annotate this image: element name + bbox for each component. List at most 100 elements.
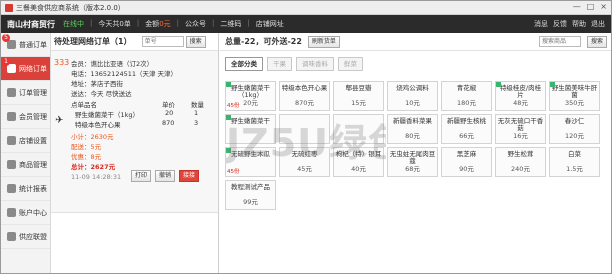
order-search-button[interactable]: 搜索 [185, 35, 206, 48]
feedback-link[interactable]: 反馈 [553, 19, 567, 29]
order-shipping: 配送：5元 [71, 143, 102, 151]
sidebar: 5 普通订单 1 网络订单 订单管理 会员管理 店铺设置 商品管理 统计报表 账户中… [1, 33, 51, 273]
tab-dried-fruit[interactable]: 干果 [267, 57, 292, 71]
product-name: 烧鸡公调料 [396, 84, 429, 92]
product-name: 青花椒 [456, 84, 477, 92]
product-tile[interactable]: 野生菌美味牛肝菌 350元 [549, 81, 600, 111]
product-tile[interactable]: 郫县豆瓣 15元 [333, 81, 384, 111]
store-url-link[interactable]: 店铺网址 [256, 19, 284, 29]
marker-icon [226, 82, 231, 87]
network-icon [7, 64, 16, 73]
sidebar-item-label: 账户中心 [19, 208, 47, 217]
product-tile[interactable]: 黑芝麻 90元 [441, 147, 492, 177]
app-window: 三餐美食供应商系统（版本2.0.0） — □ × 南山村商贸行 在线中 | 今天… [0, 0, 612, 274]
refresh-button[interactable]: 刷新货单 [307, 35, 340, 48]
cancel-order-button[interactable]: 撤销 [155, 170, 176, 182]
title-bar: 三餐美食供应商系统（版本2.0.0） — □ × [1, 1, 611, 15]
sidebar-item-label: 统计报表 [19, 184, 47, 193]
product-price: 1.5元 [566, 165, 583, 173]
plane-icon: ✈ [55, 115, 64, 126]
product-name: 新疆香料菜果 [393, 117, 432, 125]
sidebar-item-alliance[interactable]: 供应联盟 [1, 225, 50, 249]
close-button[interactable]: × [600, 2, 607, 11]
product-tile[interactable]: 无虫蛀无尾肉豆蔻 68元 [387, 147, 438, 177]
sidebar-item-store-settings[interactable]: 店铺设置 [1, 129, 50, 153]
watermark: JZ5U绿色下载 [226, 121, 386, 165]
qrcode-link[interactable]: 二维码 [220, 19, 241, 29]
window-title: 三餐美食供应商系统（版本2.0.0） [16, 4, 125, 12]
gear-icon [7, 136, 16, 145]
sidebar-item-products[interactable]: 商品管理 [1, 153, 50, 177]
product-tile[interactable]: 特级本色开心果 870元 [279, 81, 330, 111]
maximize-button[interactable]: □ [587, 2, 595, 11]
sidebar-item-order-management[interactable]: 订单管理 [1, 81, 50, 105]
product-tile[interactable]: 新疆野生核桃 66元 [441, 114, 492, 144]
product-price: 48元 [513, 99, 528, 107]
product-name: 郫县豆瓣 [345, 84, 372, 92]
order-card[interactable]: 333 会员：谯比比亚语（订2次） 电话：13652124511（天津 天津） … [51, 51, 218, 213]
tab-spices[interactable]: 调味香料 [296, 57, 334, 71]
item-price-header: 单价 [162, 101, 175, 109]
product-tile[interactable]: 白菜 1.5元 [549, 147, 600, 177]
order-time: 11-09 14:28:31 [71, 173, 122, 181]
product-price: 350元 [565, 99, 584, 107]
messages-link[interactable]: 消息 [534, 19, 548, 29]
sidebar-item-label: 订单管理 [19, 88, 47, 97]
product-name: 黑芝麻 [456, 150, 477, 158]
product-tile[interactable]: 野生嫩菌菜干（1kg） 20元 45份 [225, 81, 276, 111]
sidebar-item-reports[interactable]: 统计报表 [1, 177, 50, 201]
product-price: 80元 [405, 132, 420, 140]
tab-all[interactable]: 全部分类 [225, 57, 263, 71]
product-price: 66元 [459, 132, 474, 140]
sidebar-item-label: 店铺设置 [19, 136, 47, 145]
sidebar-item-network-orders[interactable]: 1 网络订单 [1, 57, 50, 81]
official-account-link[interactable]: 公众号 [185, 19, 206, 29]
list-icon [7, 88, 16, 97]
product-search-button[interactable]: 搜索 [586, 35, 607, 48]
sidebar-item-label: 普通订单 [19, 40, 47, 49]
account-icon [7, 208, 16, 217]
order-customer: 会员：谯比比亚语（订2次） [71, 60, 154, 68]
order-address: 地址：茅店子西街 [71, 80, 123, 88]
badge: 1 [2, 58, 10, 66]
product-tile[interactable]: 无灰无硫口干香菇 16元 [495, 114, 546, 144]
app-logo-icon [5, 4, 13, 12]
product-name: 特级本色开心果 [281, 84, 328, 92]
sidebar-item-members[interactable]: 会员管理 [1, 105, 50, 129]
sidebar-item-label: 会员管理 [19, 112, 47, 121]
accept-order-button[interactable]: 接接 [179, 170, 200, 182]
product-price: 15元 [351, 99, 366, 107]
order-total: 总计：2627元 [71, 163, 116, 171]
tab-fresh-vegetables[interactable]: 鲜菜 [338, 57, 363, 71]
product-name: 教程测试产品 [231, 183, 270, 191]
order-delivery: 送达：今天 尽快送达 [71, 90, 132, 98]
help-link[interactable]: 帮助 [572, 19, 586, 29]
today-orders: 今天共0单 [98, 20, 131, 28]
order-search-input[interactable] [141, 36, 184, 47]
product-price: 870元 [295, 99, 314, 107]
minimize-button[interactable]: — [573, 2, 581, 11]
print-button[interactable]: 打印 [131, 170, 152, 182]
product-tile[interactable]: 青花椒 180元 [441, 81, 492, 111]
product-price: 240元 [511, 165, 530, 173]
sidebar-item-label: 网络订单 [19, 64, 47, 73]
product-tile[interactable]: 烧鸡公调料 10元 [387, 81, 438, 111]
logout-link[interactable]: 退出 [591, 19, 605, 29]
item-price: 870 [162, 119, 175, 127]
product-price: 99元 [243, 198, 258, 206]
amount-value: 0元 [159, 20, 171, 28]
product-price: 10元 [405, 99, 420, 107]
box-icon [7, 160, 16, 169]
product-tile[interactable]: 教程测试产品 99元 [225, 180, 276, 210]
chart-icon [7, 184, 16, 193]
item-qty: 1 [194, 109, 199, 117]
product-search-input[interactable] [538, 36, 581, 47]
sidebar-item-account[interactable]: 账户中心 [1, 201, 50, 225]
orders-icon [7, 40, 16, 49]
product-tile[interactable]: 新疆香料菜果 80元 [387, 114, 438, 144]
product-tile[interactable]: 春沙仁 120元 [549, 114, 600, 144]
product-tile[interactable]: 特级桂皮/肉桂片 48元 [495, 81, 546, 111]
product-tile[interactable]: 野生松茸 240元 [495, 147, 546, 177]
sidebar-item-normal-orders[interactable]: 5 普通订单 [1, 33, 50, 57]
sidebar-item-label: 商品管理 [19, 160, 47, 169]
